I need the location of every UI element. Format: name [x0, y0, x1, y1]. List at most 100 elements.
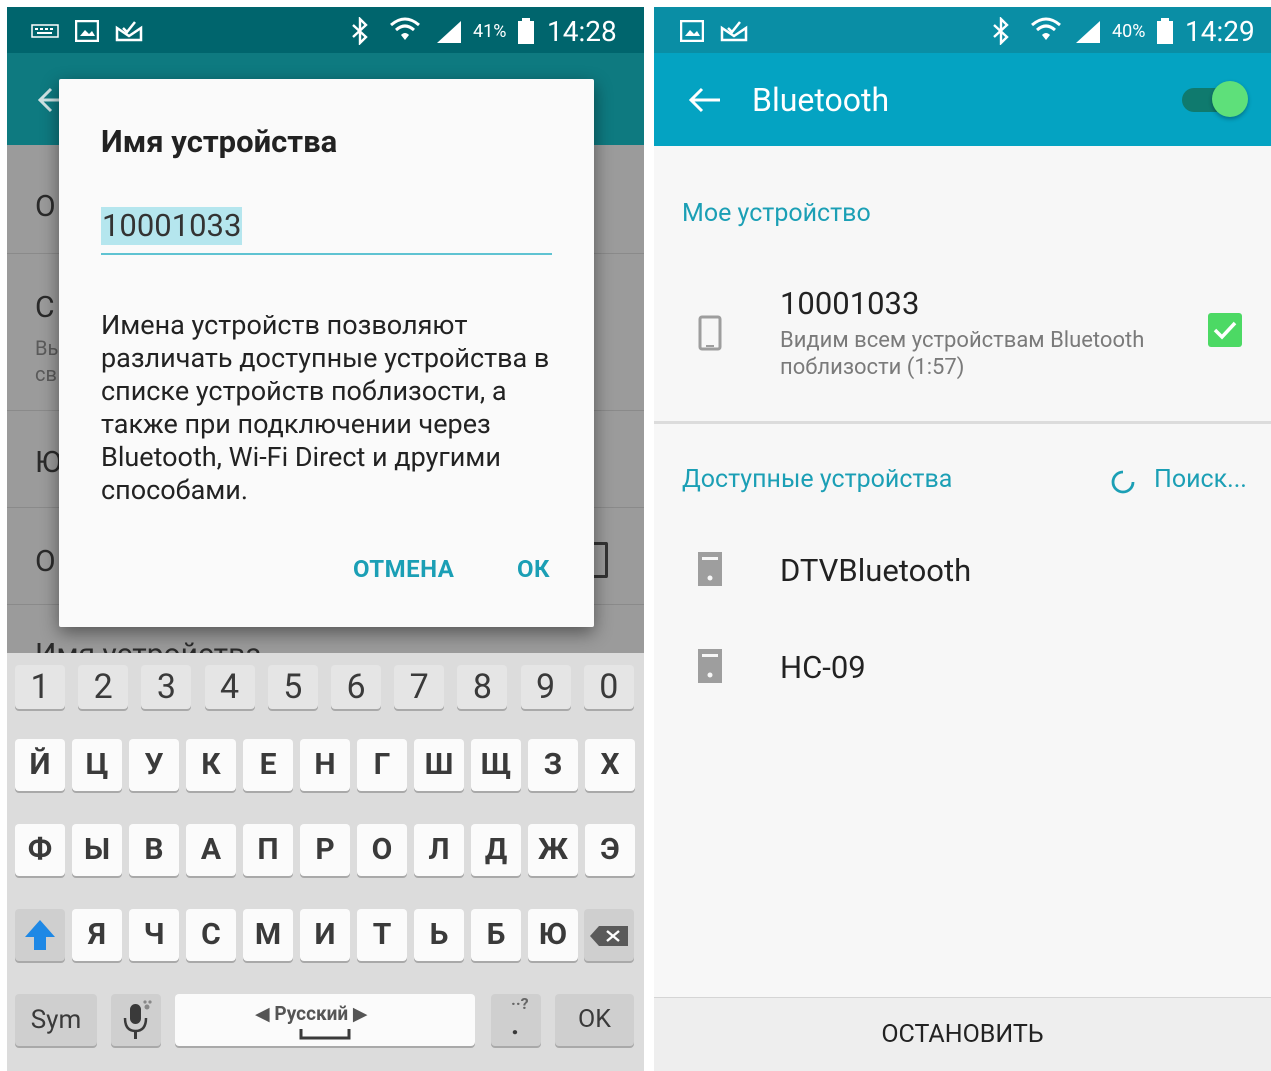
device-list-item[interactable]: DTVBluetooth [654, 522, 1271, 618]
language-next-icon: ▶ [348, 1002, 368, 1025]
letter-key[interactable]: Я [72, 909, 122, 961]
letter-key[interactable]: З [528, 739, 578, 791]
device-list-item[interactable]: HC-09 [654, 619, 1271, 715]
status-bar: 41% 14:28 [7, 7, 644, 53]
battery-percent: 41% [473, 21, 507, 42]
letter-key[interactable]: Е [243, 739, 293, 791]
microphone-icon [123, 1000, 152, 1039]
clock: 14:29 [1185, 15, 1255, 48]
loading-spinner-icon [1111, 470, 1135, 494]
number-key[interactable]: 8 [457, 665, 508, 709]
device-icon [698, 552, 722, 586]
back-arrow-icon[interactable] [688, 87, 720, 113]
my-device-visibility-timer: поблизости (1:57) [780, 355, 965, 380]
letter-key[interactable]: Ч [129, 909, 179, 961]
letter-key[interactable]: Ь [414, 909, 464, 961]
wifi-status-icon [1031, 17, 1061, 40]
number-key[interactable]: 5 [267, 665, 318, 709]
letter-key[interactable]: Ю [528, 909, 578, 961]
signal-status-icon [437, 21, 461, 43]
language-prev-icon: ◀ [255, 1002, 275, 1025]
bluetooth-status-icon [993, 17, 1009, 45]
cancel-button[interactable]: ОТМЕНА [353, 555, 454, 583]
number-key[interactable]: 6 [331, 665, 381, 709]
letter-key[interactable]: К [186, 739, 236, 791]
letter-key[interactable]: Н [300, 739, 350, 791]
my-device-header: Мое устройство [682, 199, 871, 228]
shift-arrow-icon [25, 920, 55, 950]
backspace-icon [590, 926, 628, 946]
sym-key[interactable]: Sym [15, 994, 97, 1046]
checkmark-icon [1213, 321, 1237, 340]
device-name: HC-09 [780, 649, 866, 686]
letter-key[interactable]: Д [471, 824, 521, 876]
settings-row-title: С [35, 290, 55, 325]
settings-row-title: Ю [35, 445, 62, 480]
dialog-title: Имя устройства [101, 123, 338, 160]
space-bar-icon [299, 1029, 351, 1040]
letter-key[interactable]: Й [15, 739, 65, 791]
letter-key[interactable]: Ж [528, 824, 578, 876]
toggle-thumb [1212, 81, 1248, 117]
phone-icon [698, 315, 722, 351]
bluetooth-toggle[interactable] [1182, 81, 1248, 117]
letter-key[interactable]: У [129, 739, 179, 791]
wifi-status-icon [390, 17, 420, 40]
letter-key[interactable]: Ы [72, 824, 122, 876]
visibility-checkbox[interactable] [1208, 313, 1242, 347]
clock: 14:28 [547, 15, 617, 48]
space-key[interactable]: ◀ Русский ▶ [175, 994, 475, 1046]
my-device-row[interactable]: 10001033 Видим всем устройствам Bluetoot… [654, 257, 1271, 417]
period-icon: . [511, 1008, 520, 1041]
settings-row-subtitle: св [35, 362, 57, 386]
voice-input-key[interactable] [111, 994, 161, 1046]
number-key[interactable]: 4 [204, 665, 255, 709]
my-device-visibility: Видим всем устройствам Bluetooth [780, 328, 1145, 353]
stop-button[interactable]: ОСТАНОВИТЬ [654, 997, 1271, 1071]
divider [654, 421, 1271, 424]
left-phone-screen: 41% 14:28 О С Вы св Ю О Имя устройства И… [7, 7, 644, 1071]
letter-key[interactable]: Б [471, 909, 521, 961]
dialog-message: Имена устройств позволяют различать дост… [101, 309, 550, 506]
ok-button[interactable]: ОК [517, 555, 550, 583]
letter-key[interactable]: Щ [471, 739, 521, 791]
letter-key[interactable]: О [357, 824, 407, 876]
number-key[interactable]: 2 [78, 665, 129, 709]
settings-row-title: О [35, 544, 56, 579]
device-name-dialog: Имя устройства 10001033 Имена устройств … [59, 79, 594, 627]
letter-key[interactable]: Р [300, 824, 350, 876]
letter-key[interactable]: Ф [15, 824, 65, 876]
number-key[interactable]: 3 [141, 665, 192, 709]
gallery-status-icon [75, 20, 99, 42]
number-key[interactable]: 1 [15, 665, 65, 709]
number-key[interactable]: 7 [394, 665, 445, 709]
keyboard: 1234567890 ЙЦУКЕНГШЩЗХ ФЫВАПРОЛДЖЭ ЯЧСМИ… [7, 653, 644, 1071]
battery-icon [518, 18, 534, 44]
letter-key[interactable]: В [129, 824, 179, 876]
letter-key[interactable]: С [186, 909, 236, 961]
letter-key[interactable]: Л [414, 824, 464, 876]
page-title: Bluetooth [752, 81, 890, 119]
number-key[interactable]: 0 [583, 665, 634, 709]
letter-key[interactable]: Ш [414, 739, 464, 791]
bluetooth-status-icon [352, 17, 368, 45]
letter-key[interactable]: Г [357, 739, 407, 791]
letter-key[interactable]: И [300, 909, 350, 961]
backspace-key[interactable] [584, 909, 634, 961]
letter-key[interactable]: Х [585, 739, 635, 791]
my-device-name: 10001033 [780, 285, 920, 322]
letter-key[interactable]: П [243, 824, 293, 876]
shift-key[interactable] [15, 909, 65, 961]
keyboard-ok-key[interactable]: OK [555, 994, 634, 1046]
gallery-status-icon [680, 20, 704, 42]
letter-key[interactable]: Ц [72, 739, 122, 791]
letter-key[interactable]: М [243, 909, 293, 961]
signal-status-icon [1076, 21, 1100, 43]
status-bar: 40% 14:29 [654, 7, 1271, 53]
punctuation-key[interactable]: ··? . [491, 994, 541, 1046]
letter-key[interactable]: Т [357, 909, 407, 961]
device-name-input[interactable]: 10001033 [101, 207, 552, 255]
number-key[interactable]: 9 [520, 665, 571, 709]
letter-key[interactable]: А [186, 824, 236, 876]
letter-key[interactable]: Э [585, 824, 635, 876]
